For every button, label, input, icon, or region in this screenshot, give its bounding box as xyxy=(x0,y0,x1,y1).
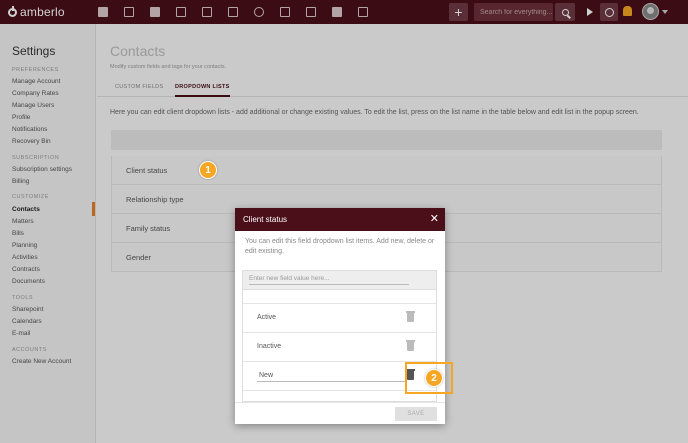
callout-badge-2: 2 xyxy=(425,369,443,387)
modal-title: Client status xyxy=(243,215,288,224)
trash-icon[interactable] xyxy=(406,340,415,351)
modal-header: Client status ✕ xyxy=(235,208,445,231)
list-item-label: Inactive xyxy=(257,343,282,350)
list-item-label: Active xyxy=(257,314,277,321)
modal-description: You can edit this field dropdown list it… xyxy=(245,238,435,255)
callout-badge-1: 1 xyxy=(199,161,217,179)
list-item-inactive[interactable]: Inactive xyxy=(243,333,436,362)
edit-value-field[interactable] xyxy=(257,372,407,382)
new-value-input-container xyxy=(242,270,437,290)
modal-footer: SAVE xyxy=(235,402,445,424)
list-spacer xyxy=(243,290,436,304)
close-icon[interactable]: ✕ xyxy=(430,213,439,225)
trash-icon[interactable] xyxy=(406,311,415,322)
save-button[interactable]: SAVE xyxy=(395,407,437,421)
new-value-input[interactable] xyxy=(249,275,409,285)
list-item-active[interactable]: Active xyxy=(243,304,436,333)
